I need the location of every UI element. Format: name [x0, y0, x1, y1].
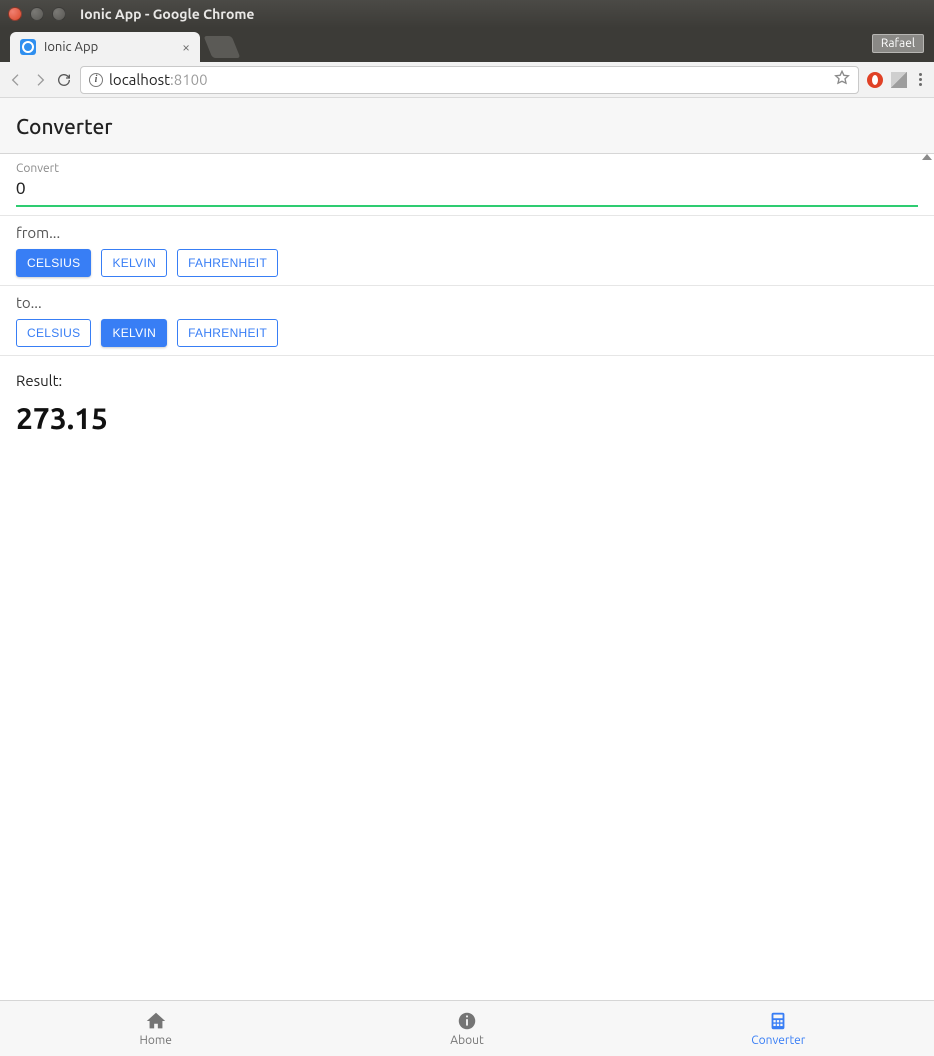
page-title: Converter [16, 114, 113, 138]
url-host: localhost [109, 71, 170, 88]
to-options: CELSIUS KELVIN FAHRENHEIT [16, 319, 918, 347]
home-icon [145, 1010, 167, 1032]
address-bar[interactable]: i localhost:8100 [80, 66, 859, 94]
window-minimize-button[interactable] [30, 7, 44, 21]
window-title: Ionic App - Google Chrome [80, 6, 255, 22]
browser-tab-active[interactable]: Ionic App × [10, 32, 200, 62]
tab-close-icon[interactable]: × [182, 39, 190, 55]
from-option-celsius[interactable]: CELSIUS [16, 249, 91, 277]
result-value: 273.15 [0, 393, 934, 451]
bottom-tabs: Home About Converter [0, 1000, 934, 1056]
tab-home-label: Home [139, 1034, 171, 1047]
result-label: Result: [16, 372, 918, 389]
site-info-icon[interactable]: i [89, 73, 103, 87]
chrome-menu-icon[interactable] [915, 73, 926, 86]
convert-input[interactable] [16, 175, 918, 207]
from-options: CELSIUS KELVIN FAHRENHEIT [16, 249, 918, 277]
ionic-favicon-icon [20, 39, 36, 55]
info-icon [456, 1010, 478, 1032]
url-port: :8100 [170, 71, 208, 88]
forward-button[interactable] [32, 72, 48, 88]
to-label: to... [16, 294, 918, 311]
new-tab-button[interactable] [204, 36, 241, 58]
from-label: from... [16, 224, 918, 241]
tab-about-label: About [450, 1034, 483, 1047]
bookmark-star-icon[interactable] [834, 70, 850, 90]
window-maximize-button[interactable] [52, 7, 66, 21]
browser-tabstrip: Ionic App × Rafael [0, 28, 934, 62]
to-option-celsius[interactable]: CELSIUS [16, 319, 91, 347]
scroll-up-icon[interactable] [922, 154, 932, 160]
browser-tab-title: Ionic App [44, 40, 174, 54]
extension-gray-icon[interactable] [891, 72, 907, 88]
browser-toolbar: i localhost:8100 [0, 62, 934, 98]
window-titlebar: Ionic App - Google Chrome [0, 0, 934, 28]
tab-home[interactable]: Home [0, 1001, 311, 1056]
tab-converter-label: Converter [751, 1034, 805, 1047]
calculator-icon [767, 1010, 789, 1032]
convert-label: Convert [16, 162, 918, 175]
convert-field: Convert [0, 154, 934, 216]
tab-about[interactable]: About [311, 1001, 622, 1056]
extension-opera-icon[interactable] [867, 72, 883, 88]
to-option-fahrenheit[interactable]: FAHRENHEIT [177, 319, 278, 347]
window-close-button[interactable] [8, 7, 22, 21]
address-text: localhost:8100 [109, 71, 208, 88]
app-content: Convert from... CELSIUSKELVINFAHRENHEIT … [0, 154, 934, 1000]
from-option-kelvin[interactable]: KELVIN [101, 249, 167, 277]
from-option-fahrenheit[interactable]: FAHRENHEIT [177, 249, 278, 277]
tab-converter[interactable]: Converter [623, 1001, 934, 1056]
to-option-kelvin[interactable]: KELVIN [101, 319, 167, 347]
from-group: from... CELSIUS KELVIN FAHRENHEIT [0, 216, 934, 286]
back-button[interactable] [8, 72, 24, 88]
reload-button[interactable] [56, 72, 72, 88]
to-group: to... CELSIUS KELVIN FAHRENHEIT [0, 286, 934, 356]
app-viewport: Converter Convert from... CELSIUS KELVIN F… [0, 98, 934, 1056]
chrome-profile-badge[interactable]: Rafael [872, 34, 924, 53]
app-header: Converter [0, 98, 934, 154]
